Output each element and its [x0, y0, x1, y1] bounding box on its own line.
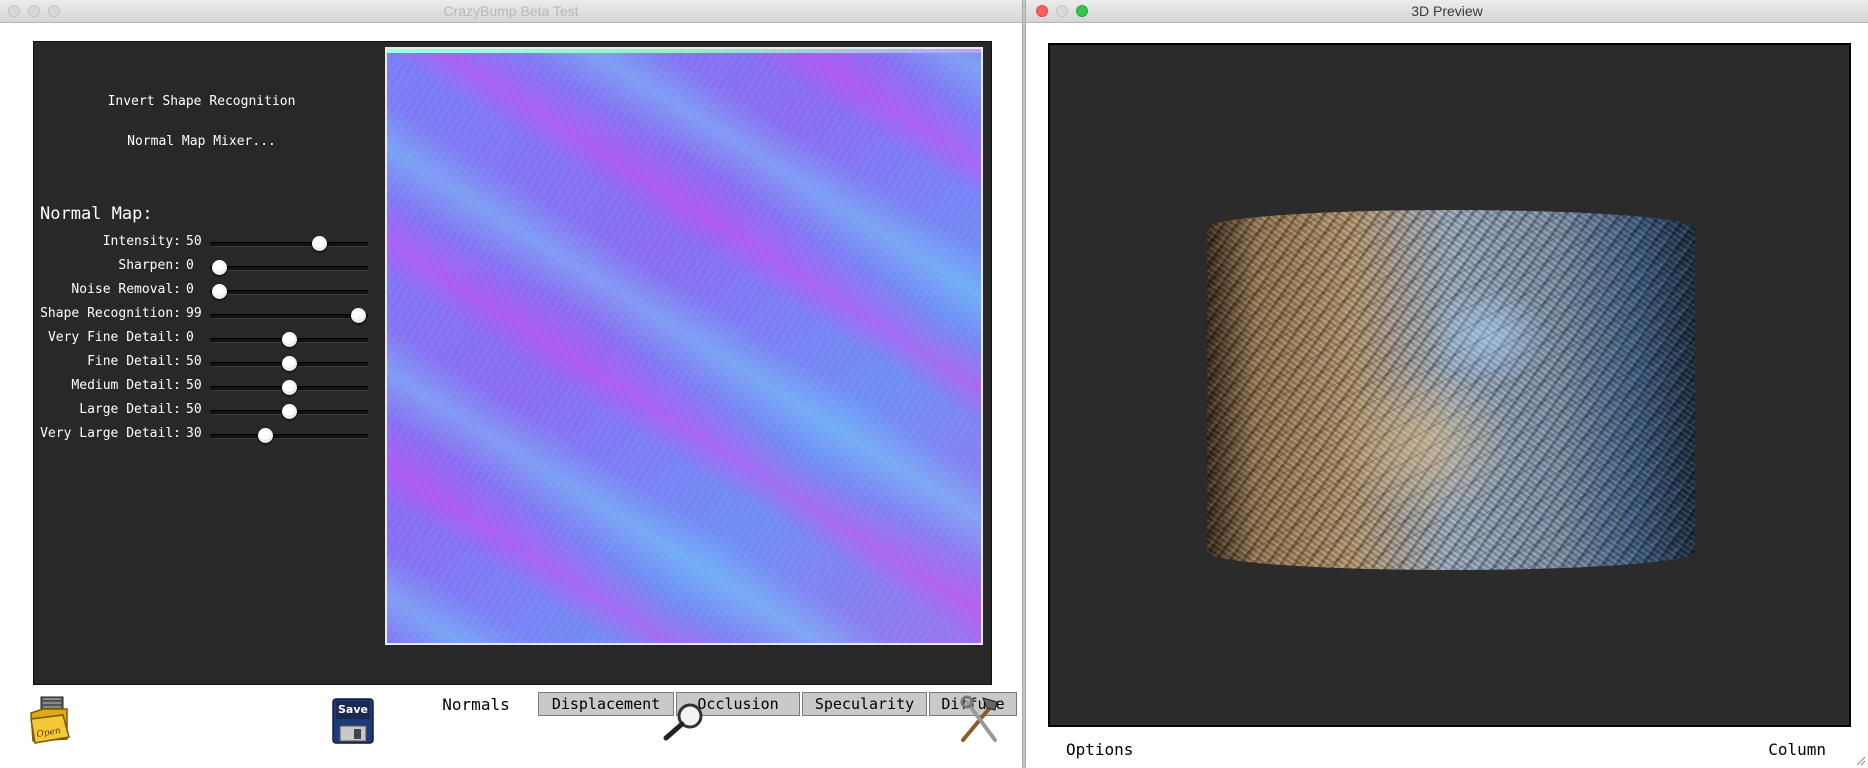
slider-track[interactable] — [210, 290, 368, 294]
slider-row: Very Large Detail: 30 — [34, 423, 374, 445]
slider-knob[interactable] — [281, 404, 297, 419]
slider-value: 50 — [186, 354, 202, 369]
invert-shape-recognition-button[interactable]: Invert Shape Recognition — [34, 94, 369, 109]
zoom-magnifier-button[interactable] — [662, 700, 708, 742]
slider-value: 50 — [186, 378, 202, 393]
tab-normals[interactable]: Normals — [417, 692, 535, 716]
slider-value: 99 — [186, 306, 202, 321]
slider-row: Intensity: 50 — [34, 231, 374, 253]
preview-titlebar[interactable]: 3D Preview — [1026, 0, 1868, 23]
slider-track[interactable] — [210, 314, 368, 318]
slider-row: Noise Removal: 0 — [34, 279, 374, 301]
magnifier-icon — [663, 703, 703, 741]
slider-label: Medium Detail: — [71, 378, 181, 393]
slider-value: 0 — [186, 330, 194, 345]
window-title: CrazyBump Beta Test — [443, 3, 579, 19]
slider-row: Very Fine Detail: 0 — [34, 327, 374, 349]
save-button[interactable]: Save — [332, 698, 374, 744]
slider-value: 50 — [186, 402, 202, 417]
slider-knob[interactable] — [281, 356, 297, 371]
slider-track[interactable] — [210, 434, 368, 438]
tab-specularity[interactable]: Specularity — [802, 692, 927, 716]
slider-row: Shape Recognition: 99 — [34, 303, 374, 325]
floppy-disk-icon: Save — [332, 698, 374, 744]
slider-row: Sharpen: 0 — [34, 255, 374, 277]
main-titlebar[interactable]: CrazyBump Beta Test — [0, 0, 1022, 23]
resize-grip-icon[interactable] — [1854, 754, 1866, 766]
slider-knob[interactable] — [351, 308, 366, 323]
slider-knob[interactable] — [281, 332, 297, 347]
settings-panel: Invert Shape Recognition Normal Map Mixe… — [33, 41, 1017, 716]
slider-value: 0 — [186, 258, 194, 273]
normal-map-preview[interactable] — [385, 47, 983, 645]
column-model[interactable] — [1207, 210, 1695, 570]
3d-viewport[interactable] — [1048, 43, 1851, 727]
options-button[interactable]: Options — [1066, 740, 1133, 759]
slider-value: 0 — [186, 282, 194, 297]
slider-knob[interactable] — [212, 260, 227, 275]
slider-row: Medium Detail: 50 — [34, 375, 374, 397]
slider-knob[interactable] — [257, 428, 273, 443]
tools-button[interactable] — [957, 694, 1001, 746]
slider-label: Sharpen: — [118, 258, 181, 273]
preview-window: 3D Preview Options Column — [1026, 0, 1868, 768]
slider-label: Noise Removal: — [71, 282, 181, 297]
slider-track[interactable] — [210, 266, 368, 270]
open-folder-icon: Open — [30, 696, 70, 744]
slider-knob[interactable] — [281, 380, 297, 395]
shape-selector-button[interactable]: Column — [1768, 740, 1826, 759]
slider-row: Large Detail: 50 — [34, 399, 374, 421]
hammer-wrench-icon — [960, 695, 998, 742]
slider-knob[interactable] — [212, 284, 227, 299]
slider-label: Large Detail: — [79, 402, 181, 417]
slider-value: 50 — [186, 234, 202, 249]
normal-map-mixer-button[interactable]: Normal Map Mixer... — [34, 134, 369, 149]
slider-label: Fine Detail: — [87, 354, 181, 369]
slider-label: Very Fine Detail: — [47, 330, 181, 345]
slider-track[interactable] — [210, 242, 368, 246]
open-button[interactable]: Open — [27, 695, 71, 745]
slider-label: Intensity: — [102, 234, 181, 249]
window-title: 3D Preview — [1411, 3, 1483, 19]
slider-label: Very Large Detail: — [40, 426, 181, 441]
tab-displacement[interactable]: Displacement — [538, 692, 674, 716]
crazybump-window: CrazyBump Beta Test Invert Shape Recogni… — [0, 0, 1022, 768]
slider-knob[interactable] — [312, 236, 328, 251]
slider-label: Shape Recognition: — [40, 306, 181, 321]
section-title: Normal Map: — [40, 204, 153, 224]
slider-row: Fine Detail: 50 — [34, 351, 374, 373]
save-label: Save — [338, 703, 368, 716]
slider-value: 30 — [186, 426, 202, 441]
